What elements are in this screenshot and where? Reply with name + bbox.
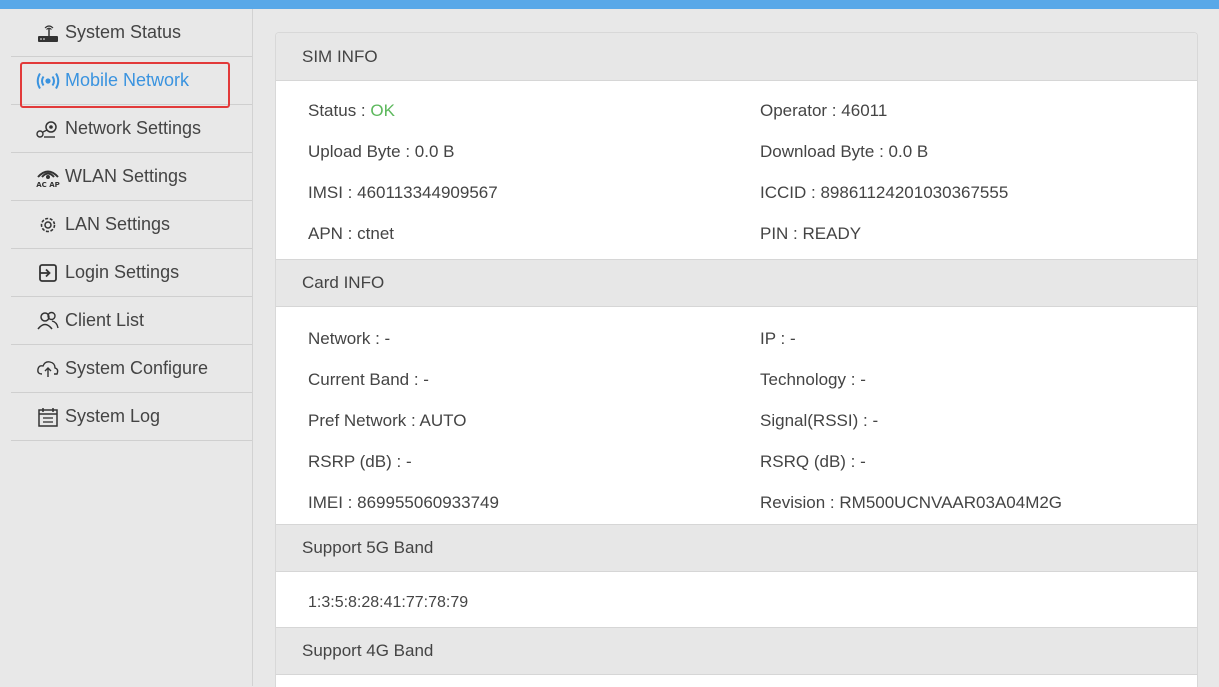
sim-status: Status : OK (308, 101, 395, 121)
sidebar-item-system-configure[interactable]: System Configure (11, 345, 252, 393)
field-label: Upload Byte : (308, 142, 411, 161)
support-5g-band-value: 1:3:5:8:28:41:77:78:79 (308, 594, 469, 611)
field-label: Signal(RSSI) : (760, 411, 868, 430)
card-rsrp: RSRP (dB) : - (308, 452, 412, 472)
section-title: Support 5G Band (302, 538, 434, 557)
field-value: - (872, 411, 879, 430)
sidebar-item-label: System Status (65, 22, 182, 42)
field-value: - (405, 452, 412, 471)
field-value: ctnet (357, 224, 394, 243)
router-icon (35, 20, 61, 46)
field-value: READY (802, 224, 862, 243)
field-value: AUTO (419, 411, 467, 430)
field-value: 869955060933749 (357, 493, 499, 512)
network-settings-icon (35, 116, 61, 142)
card-signal-rssi: Signal(RSSI) : - (760, 411, 878, 431)
field-label: RSRQ (dB) : (760, 452, 856, 471)
field-value: 89861124201030367555 (820, 183, 1009, 202)
support-5g-band-header: Support 5G Band (276, 524, 1197, 572)
field-label: Current Band : (308, 370, 419, 389)
card-revision: Revision : RM500UCNVAAR03A04M2G (760, 493, 1062, 513)
field-value: - (384, 329, 391, 348)
field-value: 46011 (841, 101, 888, 120)
sidebar-item-label: Network Settings (65, 118, 202, 138)
sidebar-item-mobile-network[interactable]: Mobile Network (11, 57, 252, 105)
field-label: ICCID : (760, 183, 816, 202)
upload-cloud-icon (35, 356, 61, 382)
sidebar: System Status Mobile Network Network Set… (11, 9, 253, 686)
card-network: Network : - (308, 329, 390, 349)
field-label: Download Byte : (760, 142, 884, 161)
sim-imsi: IMSI : 460113344909567 (308, 183, 498, 203)
sidebar-item-wlan-settings[interactable]: AC AP WLAN Settings (11, 153, 252, 201)
sim-info-header: SIM INFO (276, 33, 1197, 81)
sidebar-item-label: System Configure (65, 358, 209, 378)
field-label: IMSI : (308, 183, 353, 202)
field-value: - (860, 370, 866, 389)
sim-operator: Operator : 46011 (760, 101, 887, 121)
card-rsrq: RSRQ (dB) : - (760, 452, 866, 472)
signal-icon (35, 68, 61, 94)
field-label: Network : (308, 329, 380, 348)
calendar-log-icon (35, 404, 61, 430)
field-label: PIN : (760, 224, 798, 243)
field-value: 460113344909567 (357, 183, 498, 202)
field-label: Status : (308, 101, 366, 120)
field-label: Operator : (760, 101, 837, 120)
sidebar-item-label: WLAN Settings (65, 166, 188, 186)
sidebar-item-lan-settings[interactable]: LAN Settings (11, 201, 252, 249)
sidebar-item-network-settings[interactable]: Network Settings (11, 105, 252, 153)
card-imei: IMEI : 869955060933749 (308, 493, 499, 513)
sim-upload: Upload Byte : 0.0 B (308, 142, 455, 162)
content-panel: SIM INFO Status : OK Operator : 46011 Up… (275, 32, 1198, 687)
login-icon (35, 260, 61, 286)
card-technology: Technology : - (760, 370, 866, 390)
sidebar-item-system-status[interactable]: System Status (11, 9, 252, 57)
users-icon (35, 308, 61, 334)
field-label: Pref Network : (308, 411, 416, 430)
field-value: 0.0 B (888, 142, 929, 161)
field-label: IMEI : (308, 493, 353, 512)
field-label: Technology : (760, 370, 856, 389)
sidebar-item-label: System Log (65, 406, 161, 426)
status-value: OK (370, 101, 395, 120)
support-4g-band-header: Support 4G Band (276, 627, 1197, 675)
field-label: APN : (308, 224, 353, 243)
field-label: RSRP (dB) : (308, 452, 402, 471)
sidebar-item-label: Mobile Network (65, 70, 190, 90)
card-info-header: Card INFO (276, 259, 1197, 307)
sim-apn: APN : ctnet (308, 224, 394, 244)
section-title: SIM INFO (302, 46, 378, 66)
card-ip: IP : - (760, 329, 796, 349)
field-value: 0.0 B (414, 142, 455, 161)
field-label: Revision : (760, 493, 835, 512)
section-title: Support 4G Band (302, 641, 434, 660)
sim-download: Download Byte : 0.0 B (760, 142, 928, 162)
sidebar-item-client-list[interactable]: Client List (11, 297, 252, 345)
sidebar-item-system-log[interactable]: System Log (11, 393, 252, 441)
top-accent-bar (0, 0, 1219, 9)
wlan-icon: AC AP (35, 164, 61, 190)
gear-icon (35, 212, 61, 238)
sidebar-item-label: LAN Settings (65, 214, 171, 234)
sim-iccid: ICCID : 89861124201030367555 (760, 183, 1008, 203)
field-label: IP : (760, 329, 786, 348)
field-value: - (423, 370, 429, 389)
sidebar-item-label: Login Settings (65, 262, 180, 282)
sim-pin: PIN : READY (760, 224, 861, 244)
svg-text:AC AP: AC AP (36, 181, 60, 189)
section-title: Card INFO (302, 273, 385, 292)
field-value: - (860, 452, 866, 471)
field-value: - (789, 329, 796, 348)
field-value: RM500UCNVAAR03A04M2G (839, 493, 1063, 512)
sidebar-item-login-settings[interactable]: Login Settings (11, 249, 252, 297)
card-pref-network: Pref Network : AUTO (308, 411, 466, 431)
card-current-band: Current Band : - (308, 370, 429, 390)
sidebar-item-label: Client List (65, 310, 145, 330)
